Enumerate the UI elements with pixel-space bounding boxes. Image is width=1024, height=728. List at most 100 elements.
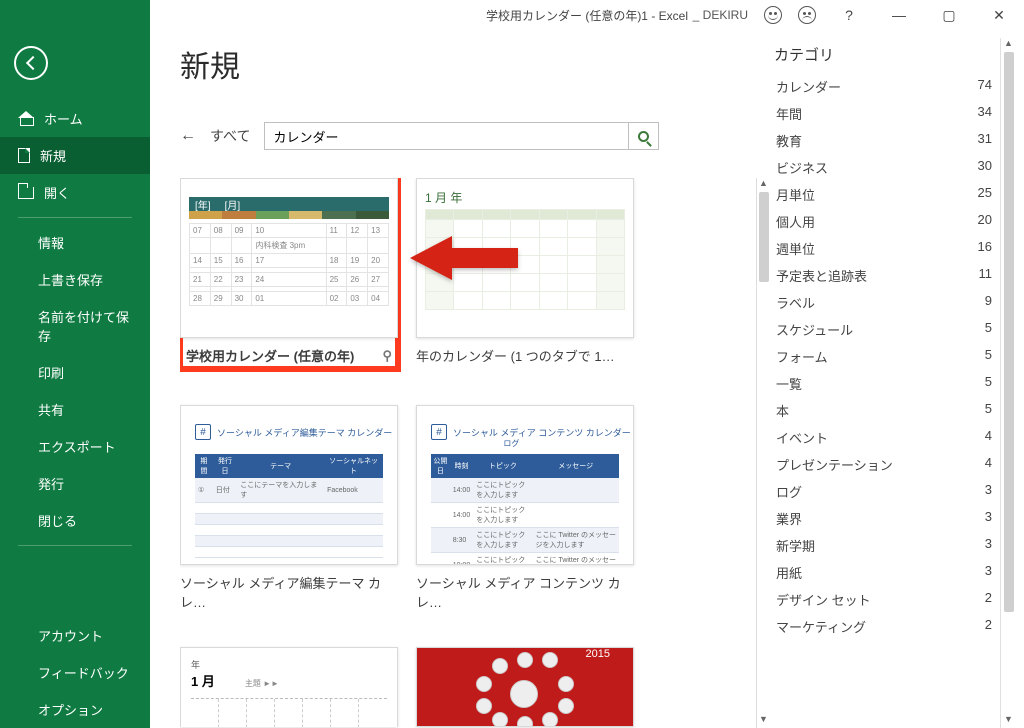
scroll-down-button[interactable]: ▼: [757, 714, 771, 728]
nav-info[interactable]: 情報: [0, 224, 150, 261]
categories-scrollbar[interactable]: ▲ ▼: [1000, 38, 1016, 728]
category-row[interactable]: マーケティング2: [770, 613, 1000, 640]
nav-options[interactable]: オプション: [0, 691, 150, 728]
nav-saveas[interactable]: 名前を付けて保存: [0, 298, 150, 354]
category-count: 16: [978, 239, 992, 258]
scroll-thumb[interactable]: [1004, 52, 1014, 612]
scroll-down-button[interactable]: ▼: [1002, 714, 1016, 728]
nav-home[interactable]: ホーム: [0, 100, 150, 137]
titlebar: 学校用カレンダー (任意の年)1 - Excel _ DEKIRU ? — ▢ …: [150, 0, 1024, 30]
template-tile-school-calendar[interactable]: [年][月] 07080910111213内科検査 3pm14151617181…: [180, 178, 398, 369]
template-tile-social-theme[interactable]: #ソーシャル メディア編集テーマ カレンダー 期間発行日テーマソーシャルネット …: [180, 405, 398, 611]
folder-open-icon: [18, 187, 34, 199]
category-row[interactable]: ログ 3: [770, 478, 1000, 505]
nav-close[interactable]: 閉じる: [0, 502, 150, 539]
nav-open[interactable]: 開く: [0, 174, 150, 211]
category-label: 週単位: [776, 239, 815, 258]
help-button[interactable]: ?: [832, 4, 866, 26]
category-count: 5: [985, 347, 992, 366]
home-icon: [18, 111, 34, 127]
scroll-up-button[interactable]: ▲: [757, 178, 771, 192]
category-count: 3: [985, 482, 992, 501]
category-row[interactable]: 教育31: [770, 127, 1000, 154]
category-row[interactable]: プレゼンテーション4: [770, 451, 1000, 478]
back-button[interactable]: [14, 46, 48, 80]
category-label: イベント: [776, 428, 828, 447]
category-row[interactable]: ラベル9: [770, 289, 1000, 316]
template-thumbnail: [年][月] 07080910111213内科検査 3pm14151617181…: [180, 178, 398, 338]
category-count: 74: [978, 77, 992, 96]
template-tile-partial[interactable]: 年 1 月 主題 ►►: [180, 647, 398, 727]
template-title: 学校用カレンダー (任意の年): [186, 346, 354, 365]
category-row[interactable]: 一覧5: [770, 370, 1000, 397]
pin-icon[interactable]: ⚲: [382, 348, 392, 364]
category-label: 月単位: [776, 185, 815, 204]
category-row[interactable]: スケジュール 5: [770, 316, 1000, 343]
template-tile-partial-red[interactable]: 2015: [416, 647, 634, 727]
search-back-button[interactable]: ←: [180, 127, 196, 145]
categories-title: カテゴリ: [770, 38, 1000, 73]
back-arrow-icon: [25, 56, 39, 70]
category-count: 20: [978, 212, 992, 231]
category-label: ラベル: [776, 293, 815, 312]
nav-publish[interactable]: 発行: [0, 465, 150, 502]
nav-export[interactable]: エクスポート: [0, 428, 150, 465]
category-row[interactable]: フォーム5: [770, 343, 1000, 370]
search-button[interactable]: [628, 123, 658, 149]
category-label: 業界: [776, 509, 802, 528]
scroll-thumb[interactable]: [759, 192, 769, 282]
category-label: 年間: [776, 104, 802, 123]
nav-print[interactable]: 印刷: [0, 354, 150, 391]
category-count: 3: [985, 563, 992, 582]
backstage-sidebar: ホーム 新規 開く 情報 上書き保存 名前を付けて保存 印刷 共有 エクスポート…: [0, 0, 150, 728]
page-title: 新規: [180, 42, 770, 86]
nav-feedback[interactable]: フィードバック: [0, 654, 150, 691]
template-tile-social-content[interactable]: #ソーシャル メディア コンテンツ カレンダー ログ 公開日時刻トピックメッセー…: [416, 405, 634, 611]
window-title: 学校用カレンダー (任意の年)1 - Excel: [486, 7, 688, 24]
category-count: 5: [985, 374, 992, 393]
nav-save[interactable]: 上書き保存: [0, 261, 150, 298]
scroll-track[interactable]: [1002, 52, 1016, 714]
category-count: 5: [985, 320, 992, 339]
category-count: 4: [985, 428, 992, 447]
category-row[interactable]: 月単位25: [770, 181, 1000, 208]
category-row[interactable]: 週単位 16: [770, 235, 1000, 262]
scroll-track[interactable]: [757, 192, 771, 714]
maximize-button[interactable]: ▢: [932, 4, 966, 26]
category-row[interactable]: ビジネス30: [770, 154, 1000, 181]
category-row[interactable]: カレンダー 74: [770, 73, 1000, 100]
template-thumbnail: #ソーシャル メディア編集テーマ カレンダー 期間発行日テーマソーシャルネット …: [180, 405, 398, 565]
category-row[interactable]: 予定表と追跡表11: [770, 262, 1000, 289]
template-thumbnail: 年 1 月 主題 ►►: [180, 647, 398, 727]
close-window-button[interactable]: ✕: [982, 4, 1016, 26]
category-row[interactable]: 用紙3: [770, 559, 1000, 586]
category-label: ログ: [776, 482, 802, 501]
category-row[interactable]: 新学期3: [770, 532, 1000, 559]
category-count: 4: [985, 455, 992, 474]
category-row[interactable]: 個人用20: [770, 208, 1000, 235]
search-input[interactable]: [265, 129, 628, 144]
category-label: スケジュール: [776, 320, 853, 339]
category-label: カレンダー: [776, 77, 841, 96]
category-label: 新学期: [776, 536, 815, 555]
divider: [18, 545, 132, 546]
nav-share[interactable]: 共有: [0, 391, 150, 428]
scroll-up-button[interactable]: ▲: [1002, 38, 1016, 52]
category-row[interactable]: 本5: [770, 397, 1000, 424]
category-count: 5: [985, 401, 992, 420]
category-row[interactable]: 業界3: [770, 505, 1000, 532]
category-count: 11: [979, 266, 993, 285]
category-row[interactable]: 年間34: [770, 100, 1000, 127]
category-row[interactable]: デザイン セット2: [770, 586, 1000, 613]
minimize-button[interactable]: —: [882, 4, 916, 26]
breadcrumb[interactable]: すべて: [210, 126, 250, 146]
feedback-happy-icon[interactable]: [764, 6, 782, 24]
gallery-scrollbar[interactable]: ▲ ▼: [756, 178, 770, 728]
feedback-sad-icon[interactable]: [798, 6, 816, 24]
template-tile-year-calendar[interactable]: 1 月 年: [416, 178, 634, 369]
main-area: 学校用カレンダー (任意の年)1 - Excel _ DEKIRU ? — ▢ …: [150, 0, 1024, 728]
nav-new[interactable]: 新規: [0, 137, 150, 174]
nav-open-label: 開く: [44, 183, 70, 202]
nav-account[interactable]: アカウント: [0, 617, 150, 654]
category-row[interactable]: イベント 4: [770, 424, 1000, 451]
